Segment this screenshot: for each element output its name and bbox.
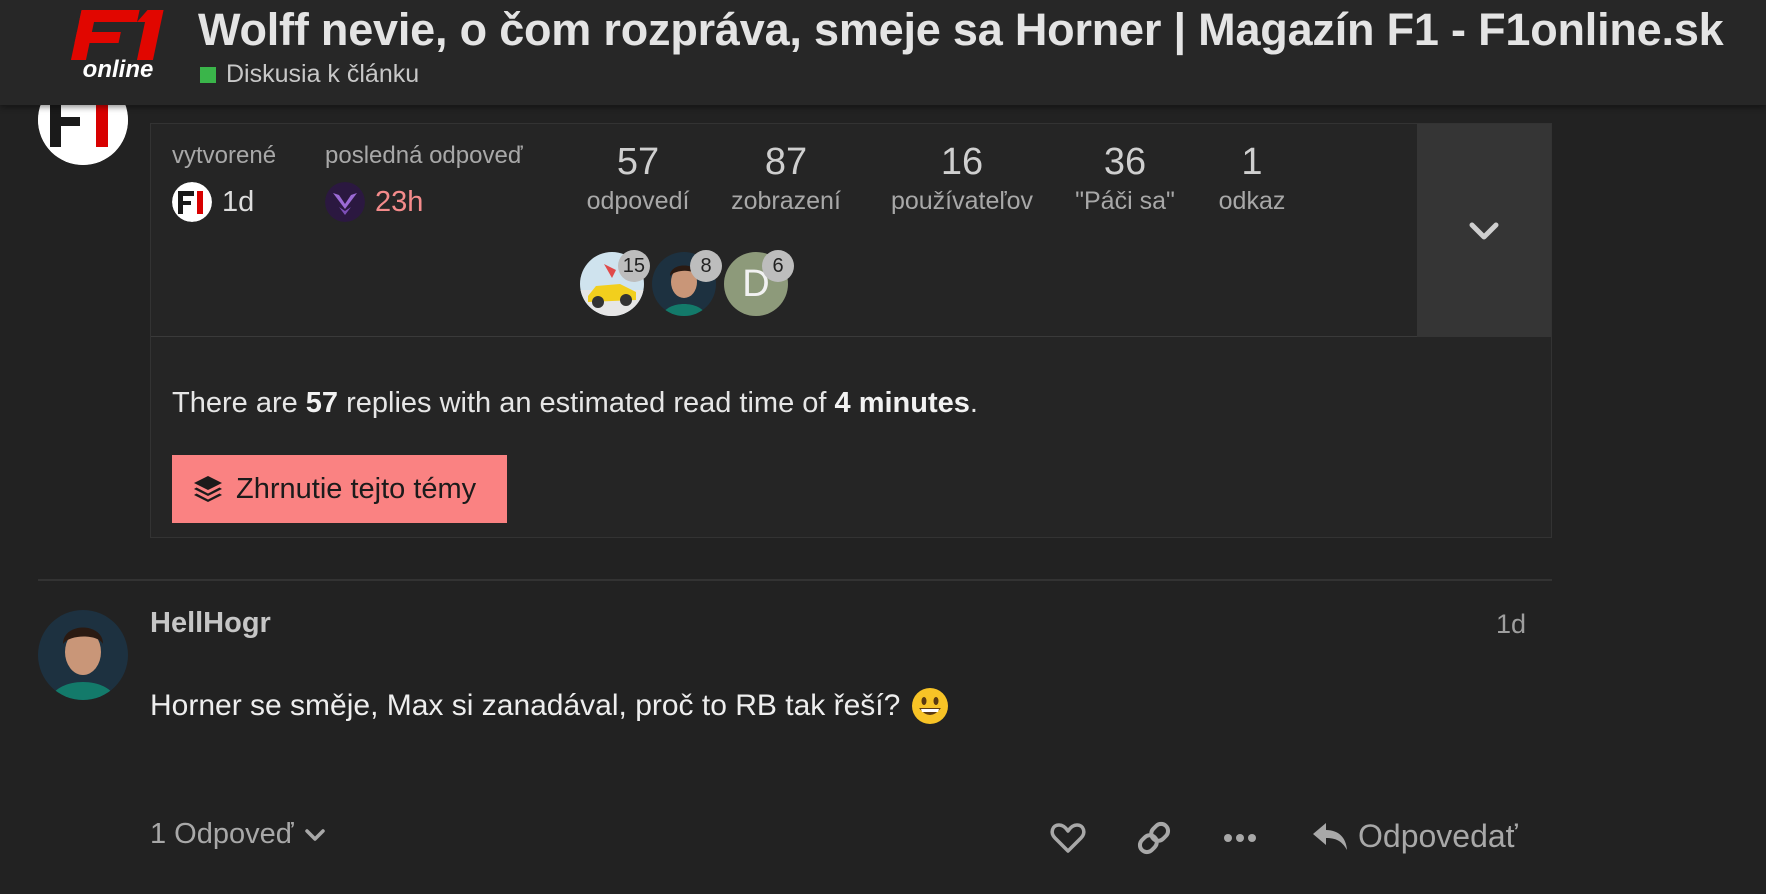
participant[interactable]: D 6 — [724, 250, 794, 316]
stat-links: 1 odkaz — [1212, 141, 1292, 216]
reply-arrow-icon — [1313, 823, 1347, 850]
chevron-down-icon — [304, 828, 325, 841]
summary-prefix: There are — [172, 387, 306, 419]
post-username[interactable]: HellHogr — [150, 607, 271, 640]
participant[interactable]: 8 — [652, 250, 722, 316]
created-info: vytvorené 1d — [172, 142, 276, 222]
topic-map-summary: vytvorené 1d posledná odpoveď 23h 57 odp… — [151, 124, 1551, 337]
last-reply-time[interactable]: 23h — [375, 186, 423, 219]
last-reply-info: posledná odpoveď 23h — [325, 142, 523, 222]
svg-text:online: online — [83, 56, 154, 83]
f1-online-logo-icon: online — [70, 10, 164, 83]
site-logo[interactable]: online — [56, 8, 180, 84]
topic-map: vytvorené 1d posledná odpoveď 23h 57 odp… — [150, 123, 1552, 538]
stat-number: 36 — [1103, 141, 1147, 183]
f1-avatar-icon — [172, 182, 212, 222]
last-replier-avatar[interactable] — [325, 182, 365, 222]
summary-middle: replies with an estimated read time of — [338, 387, 835, 419]
stat-number: 16 — [940, 141, 984, 183]
post-count-badge: 8 — [690, 250, 722, 282]
stat-label: "Páči sa" — [1075, 187, 1175, 215]
post-divider — [38, 579, 1552, 581]
post-author-avatar[interactable] — [38, 610, 128, 700]
stat-number: 1 — [1241, 141, 1263, 183]
link-icon — [1137, 821, 1171, 855]
creator-avatar[interactable] — [172, 182, 212, 222]
post-count-badge: 6 — [762, 250, 794, 282]
stat-users: 16 používateľov — [882, 141, 1042, 216]
stat-views: 87 zobrazení — [726, 141, 846, 216]
site-header: online Wolff nevie, o čom rozpráva, smej… — [0, 0, 1766, 105]
like-button[interactable] — [1048, 818, 1088, 858]
top-participants: 15 8 D 6 — [580, 250, 796, 316]
post-count-badge: 15 — [617, 250, 650, 282]
layers-icon — [194, 476, 222, 502]
category-link[interactable]: Diskusia k článku — [200, 60, 419, 89]
portrait-avatar-icon — [38, 610, 128, 700]
stat-label: odkaz — [1218, 187, 1286, 215]
read-time-summary: There are 57 replies with an estimated r… — [172, 387, 978, 420]
stat-number: 87 — [764, 141, 808, 183]
post-body: Horner se směje, Max si zanadával, proč … — [150, 686, 950, 726]
summarize-topic-button[interactable]: Zhrnutie tejto témy — [172, 455, 507, 523]
stat-label: používateľov — [890, 187, 1034, 215]
purple-emblem-avatar-icon — [325, 182, 365, 222]
expand-topic-map-button[interactable] — [1417, 124, 1551, 337]
summary-read-time: 4 minutes — [834, 387, 970, 419]
grinning-face-emoji-icon — [910, 686, 950, 726]
stat-replies: 57 odpovedí — [581, 141, 695, 216]
chevron-down-icon — [1469, 222, 1499, 239]
category-label: Diskusia k článku — [226, 60, 420, 88]
reply-button[interactable]: Odpovedať — [1310, 816, 1518, 856]
post-date[interactable]: 1d — [1496, 609, 1526, 640]
category-color-badge — [200, 66, 216, 83]
stat-label: zobrazení — [731, 187, 841, 215]
stat-label: odpovedí — [586, 187, 690, 215]
reply-button-label: Odpovedať — [1358, 817, 1518, 854]
participant[interactable]: 15 — [580, 250, 650, 316]
show-replies-button[interactable]: 1 Odpoveď — [150, 818, 328, 851]
page-title[interactable]: Wolff nevie, o čom rozpráva, smeje sa Ho… — [198, 4, 1724, 56]
post-text: Horner se směje, Max si zanadával, proč … — [150, 689, 901, 722]
ellipsis-icon — [1224, 834, 1256, 842]
created-time[interactable]: 1d — [222, 186, 254, 219]
replies-count-label: 1 Odpoveď — [150, 818, 294, 850]
stat-number: 57 — [616, 141, 660, 183]
last-reply-label: posledná odpoveď — [325, 142, 523, 169]
more-actions-button[interactable] — [1220, 818, 1260, 858]
share-link-button[interactable] — [1134, 818, 1174, 858]
summarize-button-label: Zhrnutie tejto témy — [236, 472, 477, 505]
summary-replies-count: 57 — [305, 387, 339, 419]
created-label: vytvorené — [172, 142, 277, 169]
summary-suffix: . — [969, 387, 978, 419]
stat-likes: 36 "Páči sa" — [1069, 141, 1181, 216]
heart-icon — [1050, 823, 1086, 853]
